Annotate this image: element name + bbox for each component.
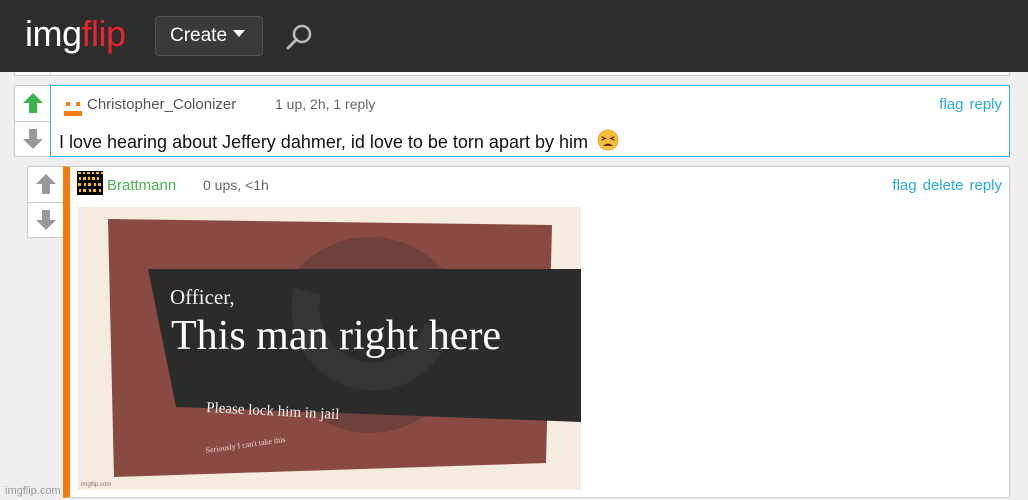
comment-meta: 1 up, 2h, 1 reply	[275, 96, 376, 112]
delete-link[interactable]: delete	[923, 177, 964, 194]
comment-text: I love hearing about Jeffery dahmer, id …	[59, 129, 619, 153]
downvote-button[interactable]	[15, 121, 50, 156]
meme-watermark: imgflip.com	[81, 482, 111, 488]
downvote-button[interactable]	[28, 202, 63, 237]
comment-vote-column	[14, 85, 51, 157]
create-button-label: Create	[170, 25, 228, 46]
create-button[interactable]: Create	[155, 16, 263, 56]
top-navbar: imgflip Create	[0, 0, 1028, 72]
logo-text-flip: flip	[81, 13, 127, 54]
comment-username[interactable]: Brattmann	[107, 177, 176, 194]
upvote-arrow-icon	[23, 93, 43, 113]
imgflip-watermark: imgflip.com	[5, 485, 61, 497]
imgflip-logo[interactable]: imgflip	[25, 14, 126, 54]
reply-link[interactable]: reply	[969, 96, 1002, 113]
previous-comment-divider	[50, 72, 1010, 76]
comment: Christopher_Colonizer 1 up, 2h, 1 reply …	[50, 85, 1010, 157]
comment-actions: flag delete reply	[886, 177, 1002, 194]
user-avatar[interactable]	[62, 97, 84, 119]
comment-actions: flag reply	[933, 96, 1002, 113]
meme-line-officer: Officer,	[170, 285, 235, 309]
meme-image[interactable]: Officer, This man right here Please lock…	[78, 207, 581, 490]
meme-line-main: This man right here	[171, 313, 501, 359]
caret-down-icon	[233, 30, 246, 38]
comment-username[interactable]: Christopher_Colonizer	[87, 96, 236, 113]
upvote-button[interactable]	[28, 167, 63, 202]
tired-face-emoji-icon	[597, 129, 619, 151]
downvote-arrow-icon	[36, 210, 56, 230]
upvote-arrow-icon	[36, 174, 56, 194]
flag-link[interactable]: flag	[939, 96, 963, 113]
flag-link[interactable]: flag	[892, 177, 916, 194]
reply-vote-column	[27, 166, 64, 238]
downvote-arrow-icon	[23, 129, 43, 149]
upvote-button[interactable]	[15, 86, 50, 121]
user-avatar[interactable]	[77, 171, 103, 195]
comment-body: I love hearing about Jeffery dahmer, id …	[59, 132, 588, 152]
reply-link[interactable]: reply	[969, 177, 1002, 194]
search-icon[interactable]	[284, 22, 314, 52]
reply-comment: Brattmann 0 ups, <1h flag delete reply Off…	[63, 166, 1010, 498]
logo-text-img: img	[25, 13, 82, 54]
comment-meta: 0 ups, <1h	[203, 177, 269, 193]
